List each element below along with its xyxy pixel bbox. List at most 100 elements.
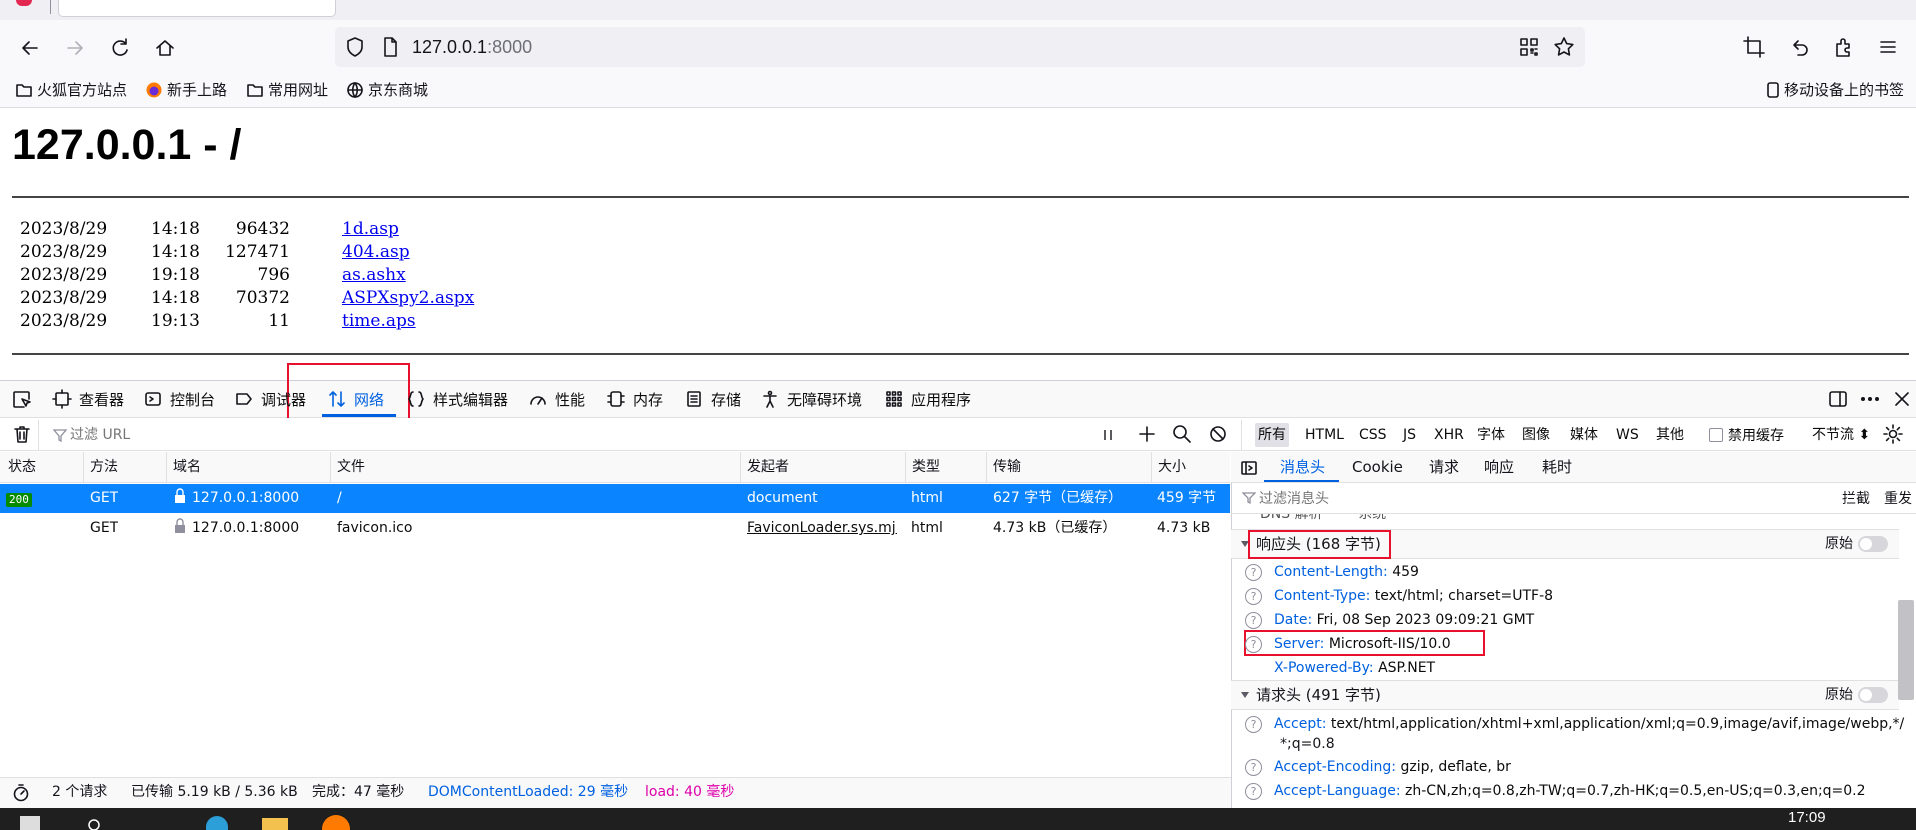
help-question-icon[interactable]: ?	[1245, 635, 1262, 653]
type-filter-button[interactable]: 其他	[1653, 423, 1687, 447]
settings-gear-icon[interactable]	[1882, 423, 1904, 445]
details-tab[interactable]: 消息头	[1280, 452, 1325, 483]
mobile-device-icon	[1767, 82, 1779, 98]
bookmark-item[interactable]: 火狐官方站点	[15, 80, 127, 100]
throttle-select[interactable]: 不节流 ⬍	[1812, 425, 1870, 445]
close-devtools-icon[interactable]	[1890, 387, 1914, 411]
resend-button[interactable]: 重发	[1884, 487, 1916, 511]
type-filter-button[interactable]: 媒体	[1567, 423, 1601, 447]
file-explorer-icon[interactable]	[262, 818, 288, 830]
tab-devtools-3[interactable]: 网络	[327, 384, 384, 414]
raw-toggle[interactable]	[1858, 687, 1888, 703]
help-question-icon[interactable]: ?	[1245, 611, 1262, 629]
column-header[interactable]: 域名	[166, 452, 201, 483]
mobile-bookmarks[interactable]: 移动设备上的书签	[1766, 80, 1904, 100]
add-icon[interactable]	[1136, 423, 1158, 445]
devtools-tab-label: 控制台	[170, 390, 216, 409]
type-filter-button[interactable]: 字体	[1474, 423, 1508, 447]
more-options-icon[interactable]	[1858, 387, 1882, 411]
column-header[interactable]: 传输	[986, 452, 1021, 483]
caret-down-icon[interactable]	[1240, 690, 1250, 700]
reload-button[interactable]	[105, 33, 135, 63]
type-filter-button[interactable]: JS	[1400, 423, 1419, 447]
tab-devtools-2[interactable]: 调试器	[234, 384, 306, 414]
help-question-icon[interactable]: ?	[1245, 782, 1262, 800]
filter-url-input[interactable]	[70, 423, 1070, 447]
details-tab[interactable]: 耗时	[1542, 452, 1572, 483]
type-filter-button[interactable]: HTML	[1302, 423, 1347, 447]
header-row: ? Accept-Language: zh-CN,zh;q=0.8,zh-TW;q…	[1245, 779, 1866, 803]
crop-icon[interactable]	[1742, 35, 1766, 59]
help-question-icon[interactable]: ?	[1245, 715, 1262, 733]
details-scrollbar[interactable]	[1898, 600, 1914, 700]
element-picker-icon[interactable]	[10, 387, 34, 411]
file-link[interactable]: time.aps	[342, 310, 416, 333]
type-filter-button[interactable]: WS	[1613, 423, 1642, 447]
page-icon	[378, 35, 402, 59]
tab-devtools-1[interactable]: 控制台	[143, 384, 215, 414]
disable-cache-checkbox[interactable]: 禁用缓存	[1709, 425, 1784, 445]
file-link[interactable]: as.ashx	[342, 264, 406, 287]
block-icon[interactable]	[1207, 423, 1229, 445]
table-row[interactable]: 200 GET 127.0.0.1:8000 / document html 6…	[0, 484, 1230, 513]
tab-devtools-9[interactable]: 应用程序	[884, 384, 971, 414]
file-size: 11	[268, 311, 290, 331]
request-transfer: 627 字节（已缓存）	[993, 490, 1123, 506]
tab-devtools-0[interactable]: 查看器	[52, 384, 124, 414]
qr-code-icon[interactable]	[1517, 35, 1541, 59]
column-header[interactable]: 类型	[905, 452, 940, 483]
tab-devtools-5[interactable]: 性能	[528, 384, 585, 414]
tab-devtools-8[interactable]: 无障碍环境	[760, 384, 862, 414]
panel-toggle-icon[interactable]	[1239, 458, 1259, 478]
bookmark-item[interactable]: 新手上路	[145, 80, 227, 100]
details-tab[interactable]: Cookie	[1352, 452, 1403, 483]
search-icon[interactable]	[1171, 423, 1193, 445]
table-row[interactable]: GET 127.0.0.1:8000 favicon.ico FaviconLo…	[0, 514, 1230, 543]
column-header[interactable]: 大小	[1151, 452, 1186, 483]
tab-devtools-6[interactable]: 内存	[606, 384, 663, 414]
response-headers-highlight-box	[1248, 530, 1391, 559]
menu-icon[interactable]	[1876, 35, 1900, 59]
type-filter-button[interactable]: XHR	[1431, 423, 1467, 447]
home-button[interactable]	[150, 33, 180, 63]
url-text[interactable]: 127.0.0.1:8000	[412, 34, 532, 60]
type-filter-button[interactable]: 图像	[1519, 423, 1553, 447]
shield-icon[interactable]	[343, 35, 367, 59]
help-question-icon[interactable]: ?	[1245, 758, 1262, 776]
details-tab[interactable]: 请求	[1429, 452, 1459, 483]
column-header[interactable]: 方法	[83, 452, 118, 483]
column-header[interactable]: 发起者	[740, 452, 789, 483]
forward-button[interactable]	[60, 33, 90, 63]
help-question-icon[interactable]: ?	[1245, 587, 1262, 605]
column-header[interactable]: 文件	[330, 452, 365, 483]
undo-icon[interactable]	[1786, 35, 1810, 59]
checkbox-box[interactable]	[1709, 428, 1723, 442]
bookmark-item[interactable]: 京东商城	[346, 80, 428, 100]
dock-icon[interactable]	[1826, 387, 1850, 411]
help-question-icon[interactable]: ?	[1245, 563, 1262, 581]
column-header[interactable]: 状态	[0, 452, 36, 483]
request-initiator-link[interactable]: FaviconLoader.sys.mj...	[747, 514, 897, 543]
file-link[interactable]: 1d.asp	[342, 218, 399, 241]
tab-devtools-7[interactable]: 存储	[684, 384, 741, 414]
taskbar-search-icon[interactable]	[86, 816, 104, 830]
browser-tab[interactable]	[58, 0, 336, 17]
file-link[interactable]: 404.asp	[342, 241, 410, 264]
extensions-icon[interactable]	[1832, 35, 1856, 59]
back-button[interactable]	[15, 33, 45, 63]
block-button[interactable]: 拦截	[1842, 487, 1870, 511]
pause-icon[interactable]	[1102, 427, 1114, 443]
type-filter-button[interactable]: CSS	[1356, 423, 1390, 447]
header-value: gzip, deflate, br	[1400, 759, 1511, 775]
tab-devtools-4[interactable]: 样式编辑器	[406, 384, 508, 414]
bookmark-star-icon[interactable]	[1552, 35, 1576, 59]
details-tab[interactable]: 响应	[1484, 452, 1514, 483]
request-method: GET	[90, 520, 119, 536]
type-filter-button[interactable]: 所有	[1255, 423, 1289, 447]
filter-headers-input[interactable]	[1259, 487, 1599, 511]
file-link[interactable]: ASPXspy2.aspx	[342, 287, 474, 310]
raw-toggle[interactable]	[1858, 536, 1888, 552]
windows-start-icon[interactable]	[20, 816, 40, 830]
bookmark-item[interactable]: 常用网址	[246, 80, 328, 100]
clear-trash-icon[interactable]	[11, 423, 33, 445]
